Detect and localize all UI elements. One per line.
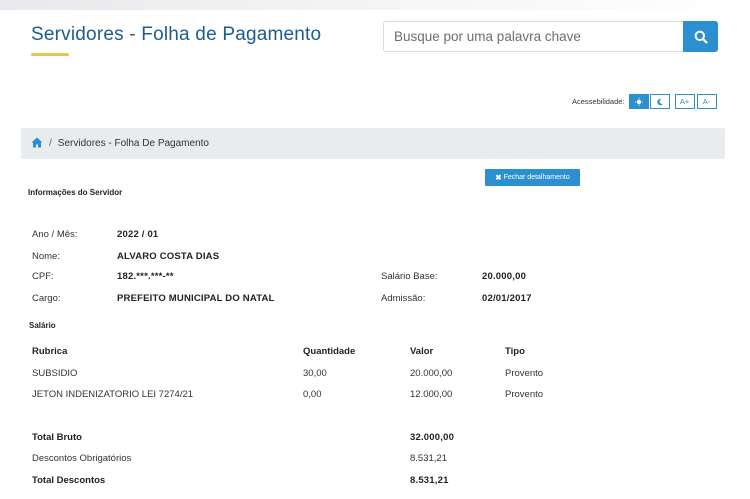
close-detail-button[interactable]: ✖ Fechar detalhamento xyxy=(485,169,580,186)
dark-mode-button[interactable] xyxy=(649,94,670,109)
cargo-label: Cargo: xyxy=(32,293,61,304)
row-1-tipo: Provento xyxy=(505,368,544,379)
column-header-quantidade: Quantidade xyxy=(303,346,356,357)
title-underline xyxy=(31,53,69,56)
top-decorative-strip xyxy=(0,0,750,10)
descontos-obrigatorios-value: 8.531,21 xyxy=(410,453,447,464)
cargo-value: PREFEITO MUNICIPAL DO NATAL xyxy=(117,293,275,304)
ano-mes-label: Ano / Mês: xyxy=(32,229,78,240)
server-info-title: Informações do Servidor xyxy=(28,188,123,197)
row-2-rubrica: JETON INDENIZATORIO LEI 7274/21 xyxy=(32,389,194,400)
admissao-label: Admissão: xyxy=(381,293,426,304)
admissao-value: 02/01/2017 xyxy=(482,293,532,304)
breadcrumb-separator: / xyxy=(49,138,52,149)
contrast-icon xyxy=(634,97,643,106)
accessibility-label: Acessebilidade: xyxy=(572,97,625,106)
total-bruto-label: Total Bruto xyxy=(32,432,82,443)
row-1-quantidade: 30,00 xyxy=(303,368,327,379)
total-descontos-label: Total Descontos xyxy=(32,475,106,486)
row-1-valor: 20.000,00 xyxy=(410,368,453,379)
row-1-rubrica: SUBSIDIO xyxy=(32,368,78,379)
increase-font-button[interactable]: A+ xyxy=(674,94,695,109)
nome-label: Nome: xyxy=(32,251,60,262)
ano-mes-value: 2022 / 01 xyxy=(117,229,159,240)
row-2-tipo: Provento xyxy=(505,389,544,400)
page-title: Servidores - Folha de Pagamento xyxy=(31,24,322,45)
search-box xyxy=(383,21,718,52)
column-header-tipo: Tipo xyxy=(505,346,525,357)
breadcrumb: / Servidores - Folha De Pagamento xyxy=(21,128,725,159)
decrease-font-button[interactable]: A- xyxy=(696,94,717,109)
accessibility-bar: Acessebilidade: A+ A- xyxy=(572,94,717,109)
nome-value: ALVARO COSTA DIAS xyxy=(117,251,220,262)
home-icon xyxy=(31,137,43,147)
salario-base-value: 20.000,00 xyxy=(482,271,527,282)
contrast-button[interactable] xyxy=(628,94,649,109)
row-2-quantidade: 0,00 xyxy=(303,389,322,400)
search-button[interactable] xyxy=(683,21,718,52)
salary-title: Salário xyxy=(29,321,56,330)
row-2-valor: 12.000,00 xyxy=(410,389,453,400)
search-input[interactable] xyxy=(384,22,684,51)
moon-icon xyxy=(656,98,663,105)
column-header-valor: Valor xyxy=(410,346,434,357)
column-header-rubrica: Rubrica xyxy=(32,346,68,357)
cpf-label: CPF: xyxy=(32,271,54,282)
descontos-obrigatorios-label: Descontos Obrigatórios xyxy=(32,453,132,464)
total-bruto-value: 32.000,00 xyxy=(410,432,455,443)
salario-base-label: Salário Base: xyxy=(381,271,438,282)
close-detail-label: Fechar detalhamento xyxy=(503,174,570,181)
search-icon xyxy=(694,30,708,44)
close-icon: ✖ xyxy=(495,173,502,182)
cpf-value: 182.***.***-** xyxy=(117,271,174,282)
total-descontos-value: 8.531,21 xyxy=(410,475,449,486)
breadcrumb-current: Servidores - Folha De Pagamento xyxy=(57,138,209,149)
home-link[interactable] xyxy=(31,137,43,151)
